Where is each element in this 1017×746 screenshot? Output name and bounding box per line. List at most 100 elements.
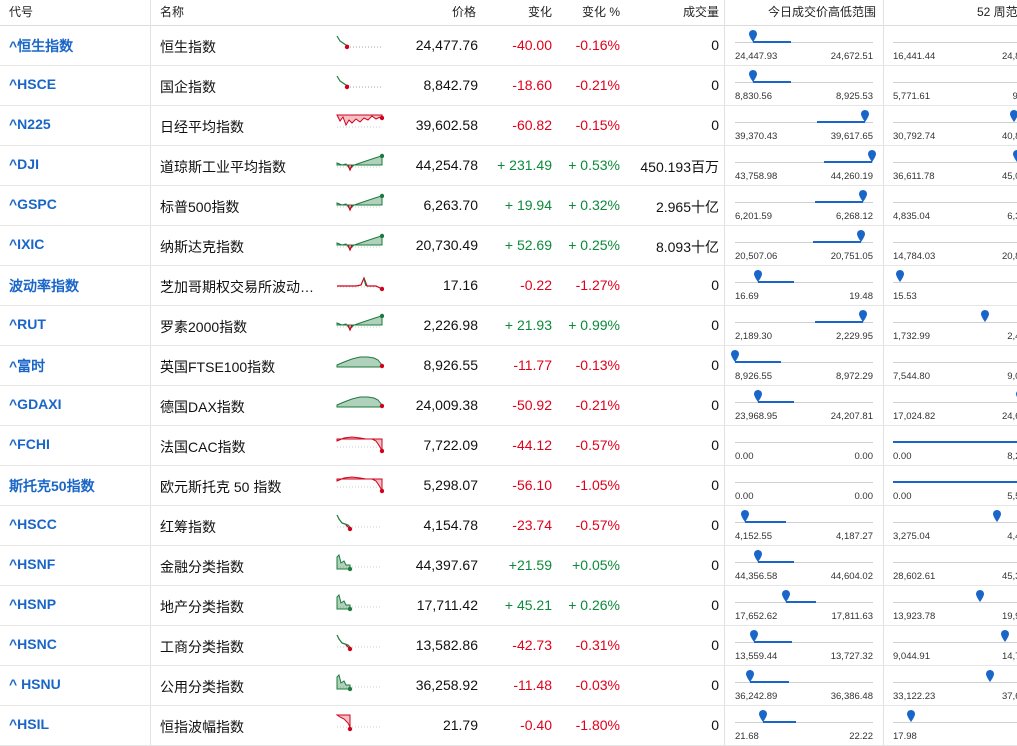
price-change: -56.10 (512, 477, 552, 493)
current-price-marker-icon (754, 269, 763, 282)
intraday-sparkline (336, 151, 385, 177)
range-fill (812, 241, 861, 243)
header-volume[interactable]: 成交量 (683, 3, 719, 20)
table-row[interactable]: ^RUT 罗素2000指数 2,226.98 + 21.93 + 0.99% 0 2,189… (0, 305, 1017, 346)
day-range-bar: 39,370.43 39,617.65 (735, 105, 873, 145)
symbol-link[interactable]: ^IXIC (9, 236, 44, 252)
price-change: + 52.69 (504, 237, 552, 253)
intraday-sparkline (336, 71, 384, 97)
range-fill (815, 321, 864, 323)
table-row[interactable]: ^GSPC 标普500指数 6,263.70 + 19.94 + 0.32% 2.965十… (0, 185, 1017, 226)
range-high: 24,207.81 (830, 411, 873, 422)
range-low: 28,602.61 (893, 571, 936, 582)
range-high: 45,073 (1001, 171, 1017, 182)
range-high: 44,604.02 (830, 571, 873, 582)
price-change-percent: -1.27% (575, 277, 620, 293)
last-price: 21.79 (442, 717, 478, 733)
range-low: 0.00 (893, 451, 912, 462)
volume: 0 (711, 357, 719, 373)
symbol-link[interactable]: ^HSIL (9, 716, 49, 732)
price-change: + 231.49 (497, 157, 552, 173)
current-price-marker-icon (859, 309, 868, 322)
symbol-link[interactable]: ^HSNF (9, 556, 55, 572)
symbol-link[interactable]: ^HSCE (9, 76, 56, 92)
price-change-percent: + 0.53% (568, 157, 620, 173)
range-high: 20,836 (1001, 251, 1017, 262)
range-high: 6,302 (1007, 211, 1017, 222)
52-week-range-bar: 9,044.91 14,701 (893, 625, 1017, 665)
symbol-link[interactable]: ^富时 (9, 356, 45, 376)
range-fill (786, 601, 817, 603)
table-row[interactable]: ^HSNP 地产分类指数 17,711.42 + 45.21 + 0.26% 0 17,65… (0, 585, 1017, 626)
table-row[interactable]: ^DJI 道琼斯工业平均指数 44,254.78 + 231.49 + 0.53% 450… (0, 145, 1017, 186)
last-price: 44,254.78 (415, 157, 478, 173)
current-price-marker-icon (867, 149, 876, 162)
intraday-sparkline (335, 711, 384, 737)
table-row[interactable]: ^HSCC 红筹指数 4,154.78 -23.74 -0.57% 0 4,152.55 4,… (0, 505, 1017, 546)
header-change[interactable]: 变化 (528, 3, 552, 20)
symbol-link[interactable]: ^GSPC (9, 196, 57, 212)
table-row[interactable]: ^HSNC 工商分类指数 13,582.86 -42.73 -0.31% 0 13,559.… (0, 625, 1017, 666)
symbol-link[interactable]: 波动率指数 (9, 276, 79, 296)
header-name[interactable]: 名称 (160, 3, 184, 20)
symbol-link[interactable]: ^RUT (9, 316, 46, 332)
price-change-percent: -1.05% (575, 477, 620, 493)
symbol-link[interactable]: ^HSCC (9, 516, 57, 532)
symbol-link[interactable]: ^N225 (9, 116, 51, 132)
symbol-link[interactable]: ^恒生指数 (9, 36, 73, 56)
table-row[interactable]: ^IXIC 纳斯达克指数 20,730.49 + 52.69 + 0.25% 8.093十… (0, 225, 1017, 266)
table-row[interactable]: ^HSCE 国企指数 8,842.79 -18.60 -0.21% 0 8,830.56 8,… (0, 65, 1017, 106)
table-row[interactable]: ^GDAXI 德国DAX指数 24,009.38 -50.92 -0.21% 0 23,96… (0, 385, 1017, 426)
symbol-link[interactable]: ^HSNC (9, 636, 57, 652)
header-change-pct[interactable]: 变化 % (582, 3, 620, 20)
last-price: 7,722.09 (423, 437, 479, 453)
table-row[interactable]: ^N225 日经平均指数 39,602.58 -60.82 -0.15% 0 39,370.… (0, 105, 1017, 146)
table-row[interactable]: ^HSIL 恒指波幅指数 21.79 -0.40 -1.80% 0 21.68 22.22 17… (0, 705, 1017, 746)
table-row[interactable]: 波动率指数 芝加哥期权交易所波动… 17.16 -0.22 -1.27% 0 16.69 19… (0, 265, 1017, 306)
range-low: 0.00 (735, 491, 754, 502)
range-low: 4,152.55 (735, 531, 772, 542)
volume: 0 (711, 677, 719, 693)
intraday-sparkline (336, 631, 384, 657)
symbol-link[interactable]: ^HSNP (9, 596, 56, 612)
symbol-link[interactable]: 斯托克50指数 (9, 476, 95, 496)
symbol-link[interactable]: ^FCHI (9, 436, 50, 452)
header-price[interactable]: 价格 (452, 3, 476, 20)
current-price-marker-icon (906, 709, 915, 722)
symbol-link[interactable]: ^ HSNU (9, 676, 61, 692)
intraday-sparkline (336, 271, 385, 297)
table-row[interactable]: ^HSNF 金融分类指数 44,397.67 +21.59 +0.05% 0 44,356.… (0, 545, 1017, 586)
table-row[interactable]: 斯托克50指数 欧元斯托克 50 指数 5,298.07 -56.10 -1.05% 0 0… (0, 465, 1017, 506)
day-range-bar: 21.68 22.22 (735, 705, 873, 745)
price-change-percent: + 0.32% (568, 197, 620, 213)
table-row[interactable]: ^FCHI 法国CAC指数 7,722.09 -44.12 -0.57% 0 0.00 0.0… (0, 425, 1017, 466)
range-high: 9,017 (1007, 371, 1017, 382)
symbol-link[interactable]: ^DJI (9, 156, 39, 172)
header-day-range[interactable]: 今日成交价高低范围 (768, 3, 876, 20)
52-week-range-bar: 15.5335 (893, 265, 1017, 305)
header-52wk-range[interactable]: 52 周范 (977, 3, 1017, 20)
last-price: 24,477.76 (415, 37, 478, 53)
intraday-sparkline (336, 671, 384, 697)
current-price-marker-icon (860, 109, 869, 122)
range-low: 7,544.80 (893, 371, 930, 382)
range-low: 17,652.62 (735, 611, 778, 622)
range-low: 16.69 (735, 291, 759, 302)
header-symbol[interactable]: 代号 (9, 3, 33, 20)
instrument-name: 标普500指数 (160, 199, 240, 215)
52-week-range-bar: 7,544.80 9,017 (893, 345, 1017, 385)
table-row[interactable]: ^富时 英国FTSE100指数 8,926.55 -11.77 -0.13% 0 8,926… (0, 345, 1017, 386)
price-change: +21.59 (508, 557, 552, 573)
range-track (893, 42, 1017, 43)
52-week-range-bar: 14,784.03 20,836 (893, 225, 1017, 265)
day-range-bar: 43,758.98 44,260.19 (735, 145, 876, 185)
table-row[interactable]: ^恒生指数 恒生指数 24,477.76 -40.00 -0.16% 0 24,447.93… (0, 25, 1017, 66)
intraday-sparkline (336, 431, 385, 457)
last-price: 17.16 (442, 277, 478, 293)
price-change: -50.92 (512, 397, 552, 413)
price-change: -0.22 (520, 277, 552, 293)
range-fill (815, 201, 864, 203)
table-row[interactable]: ^ HSNU 公用分类指数 36,258.92 -11.48 -0.03% 0 36,242… (0, 665, 1017, 706)
instrument-name: 地产分类指数 (160, 599, 244, 615)
symbol-link[interactable]: ^GDAXI (9, 396, 62, 412)
